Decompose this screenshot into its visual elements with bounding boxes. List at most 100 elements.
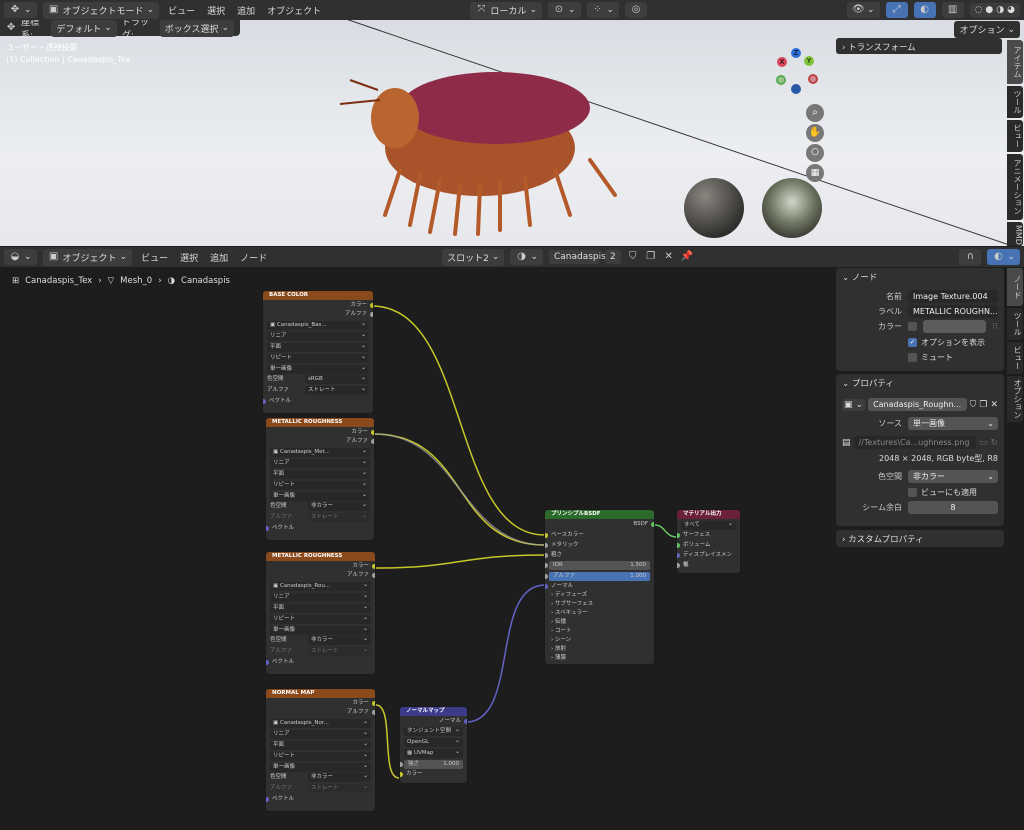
node-menu-view[interactable]: ビュー	[138, 251, 171, 264]
image-select[interactable]: ▣ Canadaspis_Bas...	[267, 319, 369, 330]
convention-select[interactable]: OpenGL	[404, 736, 463, 747]
tab-tool[interactable]: ツール	[1007, 86, 1023, 118]
material-name-field[interactable]: Canadaspis	[549, 250, 606, 264]
source-select[interactable]: 単一画像	[270, 761, 371, 772]
tab-animation[interactable]: アニメーション	[1007, 154, 1023, 220]
image-select[interactable]: ▣ Canadaspis_Met...	[270, 446, 370, 457]
source-select[interactable]: 単一画像	[270, 490, 370, 501]
alpha-field[interactable]: アルファ 1.000	[545, 572, 650, 581]
sidebar-tab-tool[interactable]: ツール	[1007, 308, 1023, 340]
node-normal-map[interactable]: ノーマルマップ ノーマル タンジェント空間 OpenGL ▦ UVMap 強さ1…	[399, 706, 468, 784]
panel-thin-film[interactable]: › 薄膜	[545, 654, 654, 663]
node-editor-type-button[interactable]: ◒ ⌄	[4, 249, 37, 265]
panel-coat[interactable]: › コート	[545, 627, 654, 636]
mute-checkbox[interactable]	[908, 353, 917, 362]
gizmo-y[interactable]: Y	[804, 56, 814, 66]
panel-sheen[interactable]: › シーン	[545, 636, 654, 645]
colorspace-row[interactable]: 色空間 非カラー	[266, 634, 375, 646]
projection-select[interactable]: 平面	[270, 468, 370, 479]
extension-select[interactable]: リピート	[267, 352, 369, 363]
alpha-mode-row[interactable]: アルファ ストレート	[263, 384, 373, 396]
drag-select[interactable]: ボックス選択 ⌄	[159, 20, 234, 37]
custom-props-panel[interactable]: › カスタムプロパティ	[836, 530, 1004, 547]
input-base-color[interactable]: ベースカラー	[545, 530, 654, 540]
gizmo-neg-x[interactable]	[808, 74, 818, 84]
node-menu-node[interactable]: ノード	[237, 251, 270, 264]
gizmo-x[interactable]: X	[777, 57, 787, 67]
show-options-checkbox[interactable]: ✓	[908, 338, 917, 347]
tab-item[interactable]: アイテム	[1007, 40, 1023, 84]
perspective-grid-icon[interactable]: ▦	[806, 164, 824, 182]
input-normal[interactable]: ノーマル	[545, 581, 654, 591]
menu-object[interactable]: オブジェクト	[264, 4, 324, 17]
3d-viewport[interactable]: ユーザー・透視投影 (1) Collection | Canadaspis_Te…	[0, 20, 1024, 246]
input-surface[interactable]: サーフェス	[677, 530, 740, 540]
shader-type-select[interactable]: ▣ オブジェクト ⌄	[42, 248, 133, 266]
label-field[interactable]: METALLIC ROUGHN...	[908, 305, 998, 318]
input-metallic[interactable]: メタリック	[545, 540, 654, 550]
input-vector[interactable]: ベクトル	[266, 523, 374, 534]
colorspace-row[interactable]: 色空間 非カラー	[266, 500, 374, 512]
name-field[interactable]: Image Texture.004	[908, 290, 998, 303]
gizmo-z[interactable]: Z	[791, 48, 801, 58]
panel-emission[interactable]: › 放射	[545, 645, 654, 654]
slot-select[interactable]: スロット2 ⌄	[442, 248, 505, 266]
projection-select[interactable]: 平面	[270, 739, 371, 750]
mode-select[interactable]: ▣ オブジェクトモード ⌄	[42, 1, 160, 19]
color-swatch[interactable]	[923, 320, 987, 333]
input-thickness[interactable]: 幅	[677, 560, 740, 570]
colorspace-row[interactable]: 色空間 非カラー	[266, 771, 375, 783]
input-vector[interactable]: ベクトル	[266, 657, 375, 668]
colorspace-row[interactable]: 色空間 sRGB	[263, 373, 373, 385]
node-normal-map-texture[interactable]: NORMAL MAP カラー アルファ ▣ Canadaspis_Nor... …	[265, 688, 376, 812]
sidebar-tab-view[interactable]: ビュー	[1007, 342, 1023, 374]
gizmo-button[interactable]: ⤢	[885, 2, 908, 18]
properties-section-header[interactable]: ⌄ プロパティ	[836, 374, 1004, 390]
source-select[interactable]: 単一画像	[267, 363, 369, 374]
output-alpha[interactable]: アルファ	[263, 309, 373, 320]
node-menu-add[interactable]: 追加	[207, 251, 231, 264]
sidebar-tab-options[interactable]: オプション	[1007, 376, 1023, 422]
menu-add[interactable]: 追加	[234, 4, 258, 17]
image-select[interactable]: ▣ Canadaspis_Rou...	[270, 580, 371, 591]
duplicate-icon[interactable]: ❐	[979, 400, 987, 410]
uv-map-field[interactable]: ▦ UVMap	[404, 747, 463, 758]
colorspace-select[interactable]: 非カラー ⌄	[908, 470, 998, 483]
camera-icon[interactable]: ⎔	[806, 144, 824, 162]
node-principled-bsdf[interactable]: プリンシプルBSDF BSDF ベースカラー メタリック 粗さ IOR 1.500…	[544, 509, 655, 665]
overlay-button[interactable]: ◐	[913, 2, 936, 18]
image-name-field[interactable]: Canadaspis_Roughn...	[868, 398, 967, 411]
node-menu-select[interactable]: 選択	[177, 251, 201, 264]
input-volume[interactable]: ボリューム	[677, 540, 740, 550]
color-checkbox[interactable]	[908, 322, 917, 331]
node-section-header[interactable]: ⌄ ノード	[836, 268, 1004, 284]
ior-field[interactable]: IOR 1.500	[545, 561, 650, 570]
input-vector[interactable]: ベクトル	[263, 396, 373, 407]
gizmo-neg-z[interactable]	[791, 84, 801, 94]
transform-panel[interactable]: › トランスフォーム	[836, 38, 1002, 54]
shading-buttons[interactable]: ◌ ● ◑ ◕	[969, 3, 1020, 17]
snap-node-button[interactable]: ∩	[959, 249, 982, 265]
panel-transmission[interactable]: › 伝播	[545, 618, 654, 627]
tab-view[interactable]: ビュー	[1007, 120, 1023, 152]
pan-icon[interactable]: ✋	[806, 124, 824, 142]
input-vector[interactable]: ベクトル	[266, 794, 375, 805]
gizmo-neg-y[interactable]	[776, 75, 786, 85]
source-select[interactable]: 単一画像 ⌄	[908, 417, 998, 430]
zoom-icon[interactable]: ⌕	[806, 104, 824, 122]
source-select[interactable]: 単一画像	[270, 624, 371, 635]
editor-type-button[interactable]: ✥ ⌄	[4, 2, 37, 18]
menu-select[interactable]: 選択	[204, 4, 228, 17]
input-displacement[interactable]: ディスプレイスメント	[677, 550, 740, 568]
seam-margin-field[interactable]: 8	[908, 501, 998, 514]
material-users-count[interactable]: 2	[605, 250, 621, 264]
panel-subsurface[interactable]: › サブサーフェス	[545, 600, 654, 609]
filepath-field[interactable]: //Textures\Ca...ughness.png	[853, 436, 976, 449]
file-browse-icon[interactable]: ▤	[842, 438, 851, 448]
tab-mmd[interactable]: MMD	[1007, 222, 1023, 246]
node-material-output[interactable]: マテリアル出力 すべて サーフェス ボリューム ディスプレイスメント 幅	[676, 509, 741, 574]
image-select[interactable]: ▣ Canadaspis_Nor...	[270, 717, 371, 728]
extension-select[interactable]: リピート	[270, 613, 371, 624]
unlink-x-icon[interactable]: ✕	[990, 400, 998, 410]
interp-select[interactable]: リニア	[270, 591, 371, 602]
